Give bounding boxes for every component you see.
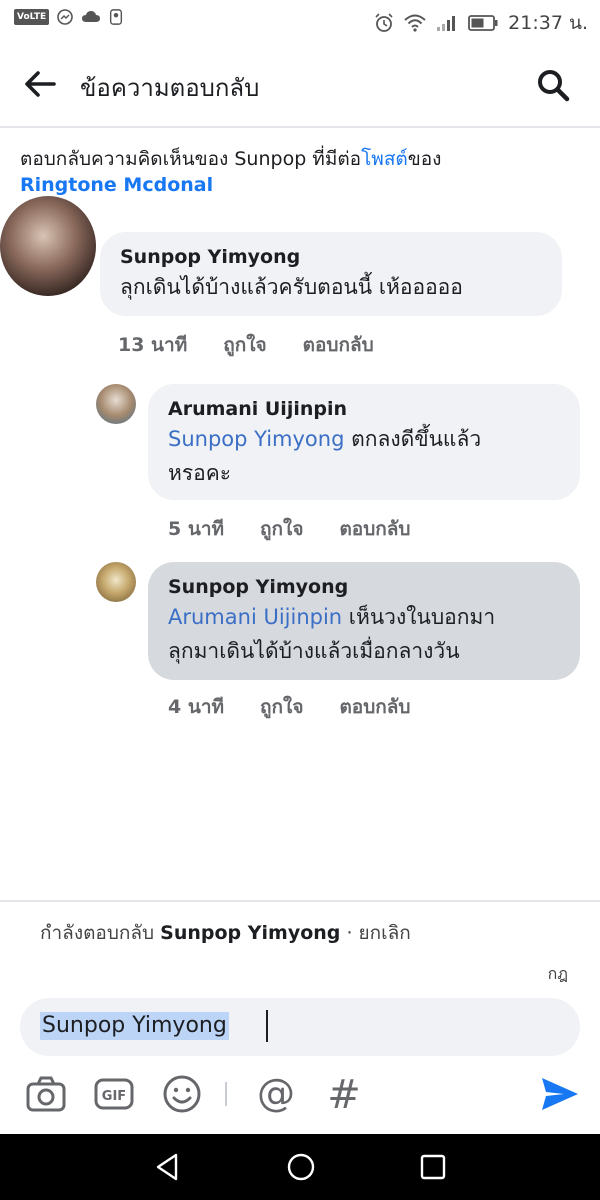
composer-toolbar: GIF @ # [0, 1072, 600, 1122]
hashtag-icon[interactable]: # [322, 1072, 366, 1116]
gif-label: GIF [102, 1089, 126, 1104]
comment-actions: 13 นาที ถูกใจ ตอบกลับ [118, 330, 410, 360]
comment-author[interactable]: Sunpop Yimyong [168, 574, 560, 600]
comment-text: Arumani Uijinpin เห็นวงในบอกมาลุกมาเดินไ… [168, 600, 560, 668]
comment-actions: 4 นาที ถูกใจ ตอบกลับ [168, 692, 446, 722]
reply-button[interactable]: ตอบกลับ [339, 692, 410, 722]
rules-link[interactable]: กฎ [548, 962, 568, 987]
comment-bubble[interactable]: Sunpop Yimyong ลุกเดินได้บ้างแล้วครับตอน… [100, 232, 562, 316]
avatar[interactable] [0, 196, 96, 296]
comment-input[interactable]: Sunpop Yimyong [20, 998, 580, 1056]
comment-text-line1: เห็นวงในบอกมา [342, 605, 496, 629]
replying-name: Sunpop Yimyong [160, 922, 341, 944]
reply-button[interactable]: ตอบกลับ [303, 330, 374, 360]
replying-prefix: กำลังตอบกลับ [40, 922, 161, 944]
search-icon[interactable] [534, 66, 572, 104]
reply-context: ตอบกลับความคิดเห็นของ Sunpop ที่มีต่อโพส… [20, 146, 590, 198]
comment-text: Sunpop Yimyong ตกลงดีขึ้นแล้วหรอคะ [168, 422, 560, 490]
nav-back-icon[interactable] [150, 1150, 184, 1184]
context-prefix: ตอบกลับความคิดเห็นของ Sunpop ที่มีต่อ [20, 148, 362, 170]
emoji-icon[interactable] [160, 1072, 204, 1116]
like-button[interactable]: ถูกใจ [260, 692, 303, 722]
send-icon[interactable] [538, 1072, 582, 1116]
comment-input-value[interactable]: Sunpop Yimyong [40, 1012, 229, 1040]
status-right-icons: 21:37 น. [374, 8, 588, 38]
comment-actions: 5 นาที ถูกใจ ตอบกลับ [168, 514, 446, 544]
messenger-icon [57, 9, 74, 25]
system-navigation-bar [0, 1134, 600, 1200]
comment-text-line2: หรอคะ [168, 461, 232, 485]
reply-button[interactable]: ตอบกลับ [339, 514, 410, 544]
comment-text-line2: ลุกมาเดินได้บ้างแล้วเมื่อกลางวัน [168, 639, 460, 663]
back-arrow-icon[interactable] [20, 64, 60, 104]
comment-bubble-highlighted[interactable]: Sunpop Yimyong Arumani Uijinpin เห็นวงใน… [148, 562, 580, 680]
comment-text: ลุกเดินได้บ้างแล้วครับตอนนี้ เห้อออออ [120, 275, 463, 299]
comment-time: 5 นาที [168, 518, 225, 540]
like-button[interactable]: ถูกใจ [223, 330, 266, 360]
avatar[interactable] [96, 562, 136, 602]
page-name-link[interactable]: Ringtone Mcdonal [20, 174, 213, 196]
comment-author[interactable]: Arumani Uijinpin [168, 396, 560, 422]
post-link[interactable]: โพสต์ [361, 148, 408, 170]
app-header: ข้อความตอบกลับ [0, 40, 600, 128]
nav-home-icon[interactable] [284, 1150, 318, 1184]
replying-to-label: กำลังตอบกลับ Sunpop Yimyong · ยกเลิก [40, 918, 411, 948]
page-title: ข้อความตอบกลับ [80, 74, 260, 102]
wifi-icon [404, 14, 426, 32]
status-time: 21:37 น. [508, 12, 588, 34]
at-label: @ [257, 1072, 295, 1115]
comment-bubble[interactable]: Arumani Uijinpin Sunpop Yimyong ตกลงดีขึ… [148, 384, 580, 500]
hash-label: # [327, 1072, 361, 1116]
context-suffix: ของ [407, 148, 442, 170]
camera-icon[interactable] [24, 1072, 68, 1116]
mention-link[interactable]: Sunpop Yimyong [168, 427, 344, 451]
status-left-icons: VoLTE [14, 9, 123, 25]
comment-author[interactable]: Sunpop Yimyong [120, 244, 542, 270]
mention-icon[interactable]: @ [254, 1072, 298, 1116]
comment-time: 4 นาที [168, 696, 225, 718]
comment-text-line1: ตกลงดีขึ้นแล้ว [344, 427, 482, 451]
app-notification-icon [110, 9, 123, 25]
comment-time: 13 นาที [118, 334, 188, 356]
like-button[interactable]: ถูกใจ [260, 514, 303, 544]
toolbar-divider [225, 1082, 227, 1106]
reply-composer: กำลังตอบกลับ Sunpop Yimyong · ยกเลิก กฎ … [0, 900, 600, 1136]
text-caret [266, 1010, 268, 1042]
alarm-icon [375, 13, 393, 32]
avatar[interactable] [96, 384, 136, 424]
volte-icon: VoLTE [14, 9, 50, 25]
mention-link[interactable]: Arumani Uijinpin [168, 605, 342, 629]
battery-icon [468, 15, 498, 31]
signal-icon [437, 16, 456, 31]
cancel-reply-button[interactable]: · ยกเลิก [340, 922, 410, 944]
status-bar: VoLTE 21:37 น. [0, 0, 600, 40]
gif-icon[interactable]: GIF [92, 1072, 136, 1116]
nav-recent-apps-icon[interactable] [416, 1150, 450, 1184]
cloud-icon [82, 11, 101, 22]
